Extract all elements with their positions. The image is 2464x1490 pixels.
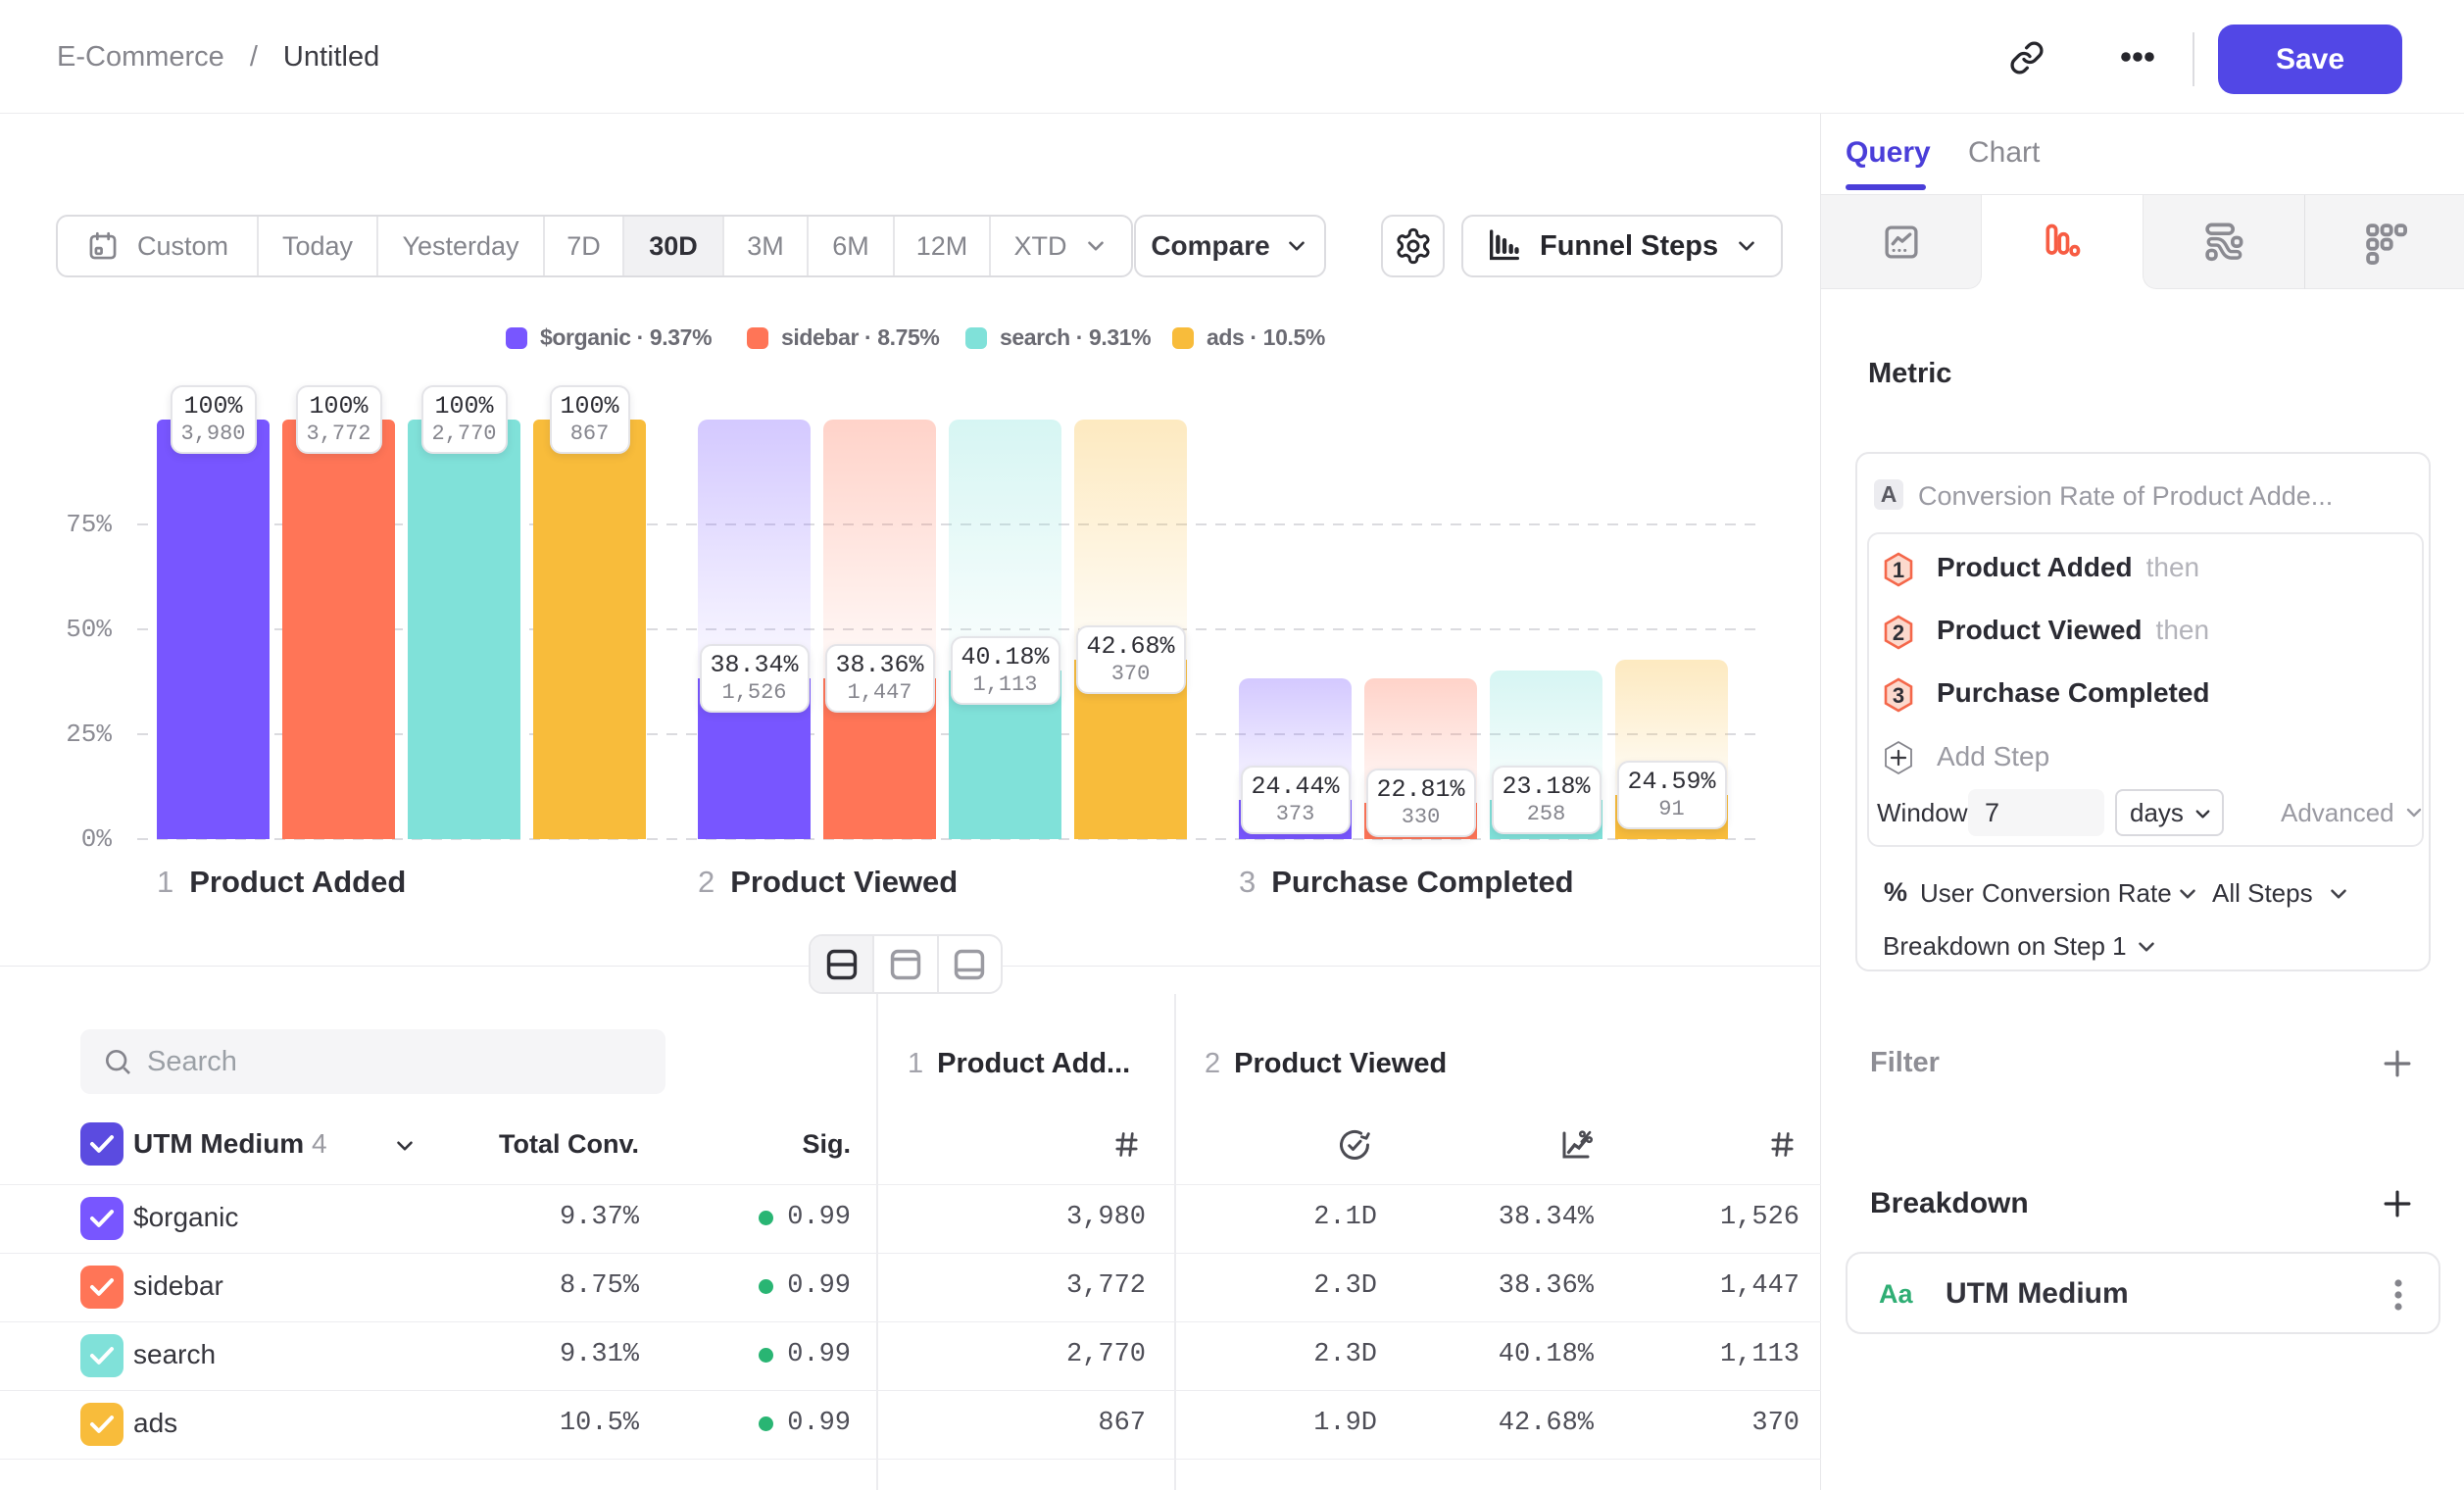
svg-text:2: 2 <box>1893 621 1904 645</box>
svg-text:1: 1 <box>1893 558 1904 582</box>
svg-text:3: 3 <box>1893 683 1904 708</box>
